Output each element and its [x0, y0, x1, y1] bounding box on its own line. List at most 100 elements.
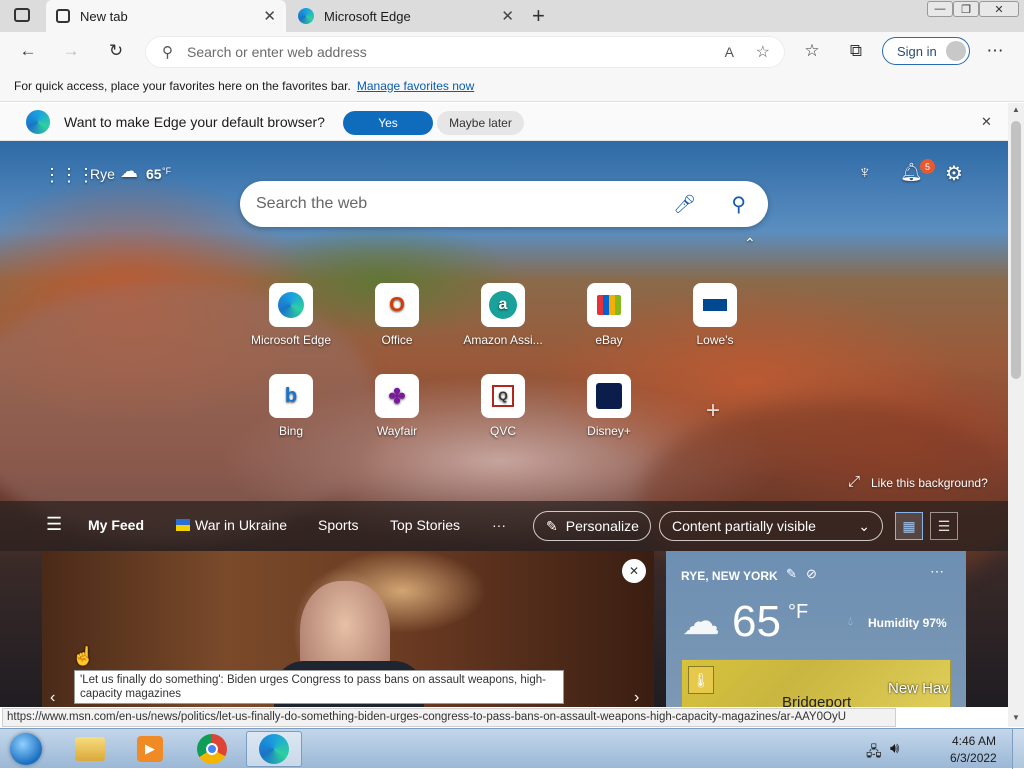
tab-actions-icon[interactable] — [14, 8, 30, 22]
address-placeholder: Search or enter web address — [187, 44, 367, 60]
refresh-icon[interactable]: ↻ — [103, 38, 129, 64]
search-icon[interactable]: ⚲ — [731, 192, 746, 217]
file-explorer-button[interactable] — [62, 731, 118, 767]
add-tile-icon[interactable]: + — [706, 397, 720, 425]
close-banner-icon[interactable]: ✕ — [981, 114, 992, 130]
weather-card-unit: °F — [788, 601, 809, 623]
like-background-link[interactable]: Like this background? — [871, 476, 988, 490]
location-icon[interactable]: ⊘ — [806, 566, 817, 582]
tile-wayfair[interactable]: ✤ Wayfair — [352, 374, 442, 438]
cloud-icon: ☁ — [682, 601, 720, 643]
show-desktop-button[interactable] — [1012, 729, 1024, 769]
close-tab-icon[interactable]: ✕ — [501, 7, 514, 25]
volume-icon[interactable]: 🔊︎ — [890, 740, 899, 757]
tile-amazon[interactable]: a Amazon Assi... — [458, 283, 548, 347]
manage-favorites-link[interactable]: Manage favorites now — [357, 79, 474, 93]
collapse-chevron-icon[interactable]: ⌃ — [744, 235, 756, 252]
feed-tab-my-feed[interactable]: My Feed — [88, 517, 144, 533]
list-layout-icon[interactable]: ☰ — [930, 512, 958, 540]
notification-badge: 5 — [920, 159, 935, 174]
edge-taskbar-button[interactable] — [246, 731, 302, 767]
favorites-bar-text: For quick access, place your favorites h… — [14, 78, 351, 93]
content-visibility-select[interactable]: Content partially visible ⌄ — [659, 511, 883, 541]
tile-ebay[interactable]: eBay — [564, 283, 654, 347]
microphone-icon[interactable]: 🎤︎ — [673, 194, 696, 215]
tile-label: Disney+ — [587, 424, 631, 438]
web-search-input[interactable]: Search the web 🎤︎ ⚲ — [240, 181, 768, 227]
new-tab-icon — [56, 9, 70, 23]
restore-button[interactable]: ❐ — [953, 1, 979, 17]
more-options-icon[interactable]: ⋯ — [982, 38, 1008, 64]
collections-icon[interactable]: ⧉ — [843, 38, 869, 64]
search-placeholder: Search the web — [256, 195, 368, 212]
weather-map[interactable]: 🌡︎ Bridgeport New Hav — [681, 659, 951, 707]
add-favorite-icon[interactable]: ☆ — [756, 42, 770, 62]
lowes-icon — [693, 283, 737, 327]
toolbar: ← → ↻ ⚲ Search or enter web address A ☆ … — [0, 32, 1024, 70]
maybe-later-button[interactable]: Maybe later — [437, 111, 524, 135]
tile-bing[interactable]: b Bing — [246, 374, 336, 438]
disney-icon — [587, 374, 631, 418]
start-button[interactable] — [2, 731, 50, 767]
sign-in-button[interactable]: Sign in — [882, 37, 970, 65]
amazon-icon: a — [481, 283, 525, 327]
network-icon[interactable]: 🖧︎ — [866, 741, 882, 765]
yes-button[interactable]: Yes — [343, 111, 433, 135]
clock-time[interactable]: 4:46 AM — [952, 734, 996, 748]
feed-navigation: ☰ My Feed War in Ukraine Sports Top Stor… — [0, 501, 1008, 551]
windows-logo-icon — [10, 733, 42, 765]
favorites-icon[interactable]: ☆ — [799, 38, 825, 64]
grid-layout-icon[interactable]: ▦ — [895, 512, 923, 540]
media-player-button[interactable]: ▶ — [122, 731, 178, 767]
personalize-button[interactable]: ✎ Personalize — [533, 511, 651, 541]
tile-lowes[interactable]: Lowe's — [670, 283, 760, 347]
expand-icon[interactable]: ⤢ — [848, 473, 860, 490]
menu-icon[interactable]: ☰ — [46, 514, 62, 535]
gear-icon[interactable]: ⚙ — [945, 161, 963, 186]
close-tab-icon[interactable]: ✕ — [263, 7, 276, 25]
read-aloud-icon[interactable]: A — [725, 44, 734, 60]
scroll-up-icon[interactable]: ▲ — [1012, 105, 1020, 114]
close-story-icon[interactable]: ✕ — [622, 559, 646, 583]
ebay-icon — [587, 283, 631, 327]
weather-city[interactable]: Rye — [90, 166, 115, 182]
back-icon[interactable]: ← — [15, 38, 41, 64]
close-window-button[interactable]: ✕ — [979, 1, 1019, 17]
clock-date[interactable]: 6/3/2022 — [950, 751, 997, 765]
vertical-scrollbar[interactable]: ▲ ▼ — [1008, 103, 1024, 727]
address-bar[interactable]: ⚲ Search or enter web address A ☆ — [146, 37, 784, 67]
chrome-button[interactable] — [184, 731, 240, 767]
tile-office[interactable]: O Office — [352, 283, 442, 347]
tile-microsoft-edge[interactable]: Microsoft Edge — [246, 283, 336, 347]
carousel-next-icon[interactable]: › — [634, 689, 639, 707]
default-browser-question: Want to make Edge your default browser? — [64, 114, 325, 130]
office-icon: O — [375, 283, 419, 327]
tab-microsoft-edge[interactable]: Microsoft Edge ✕ — [288, 0, 524, 32]
forward-icon[interactable]: → — [58, 38, 84, 64]
more-options-icon[interactable]: ⋯ — [930, 563, 944, 580]
weather-card[interactable]: RYE, NEW YORK ✎ ⊘ ⋯ ☁ 65 °F 💧︎ Humidity … — [666, 551, 966, 707]
map-place: Bridgeport — [782, 694, 852, 707]
edge-icon — [298, 8, 314, 24]
scroll-down-icon[interactable]: ▼ — [1012, 713, 1020, 722]
tile-qvc[interactable]: Q QVC — [458, 374, 548, 438]
minimize-button[interactable]: — — [927, 1, 953, 17]
new-tab-button[interactable]: + — [532, 3, 545, 29]
chrome-icon — [197, 734, 227, 764]
app-launcher-icon[interactable]: ⋮⋮⋮ — [43, 165, 95, 186]
feed-tab-war-in-ukraine[interactable]: War in Ukraine — [195, 517, 287, 533]
scroll-thumb[interactable] — [1011, 121, 1021, 379]
wayfair-icon: ✤ — [375, 374, 419, 418]
rewards-icon[interactable]: ♆ — [858, 162, 872, 183]
weather-temp[interactable]: 65 — [146, 166, 162, 182]
more-tabs-button[interactable]: ··· — [492, 517, 506, 533]
feed-tab-sports[interactable]: Sports — [318, 517, 358, 533]
feed-tab-top-stories[interactable]: Top Stories — [390, 517, 460, 533]
carousel-prev-icon[interactable]: ‹ — [50, 689, 55, 707]
weather-unit: °F — [162, 166, 172, 176]
weather-humidity: Humidity 97% — [868, 616, 947, 630]
edit-location-icon[interactable]: ✎ — [786, 566, 797, 582]
tile-disney-plus[interactable]: Disney+ — [564, 374, 654, 438]
tab-new-tab[interactable]: New tab ✕ — [46, 0, 286, 32]
weather-card-temp: 65 — [732, 597, 781, 646]
